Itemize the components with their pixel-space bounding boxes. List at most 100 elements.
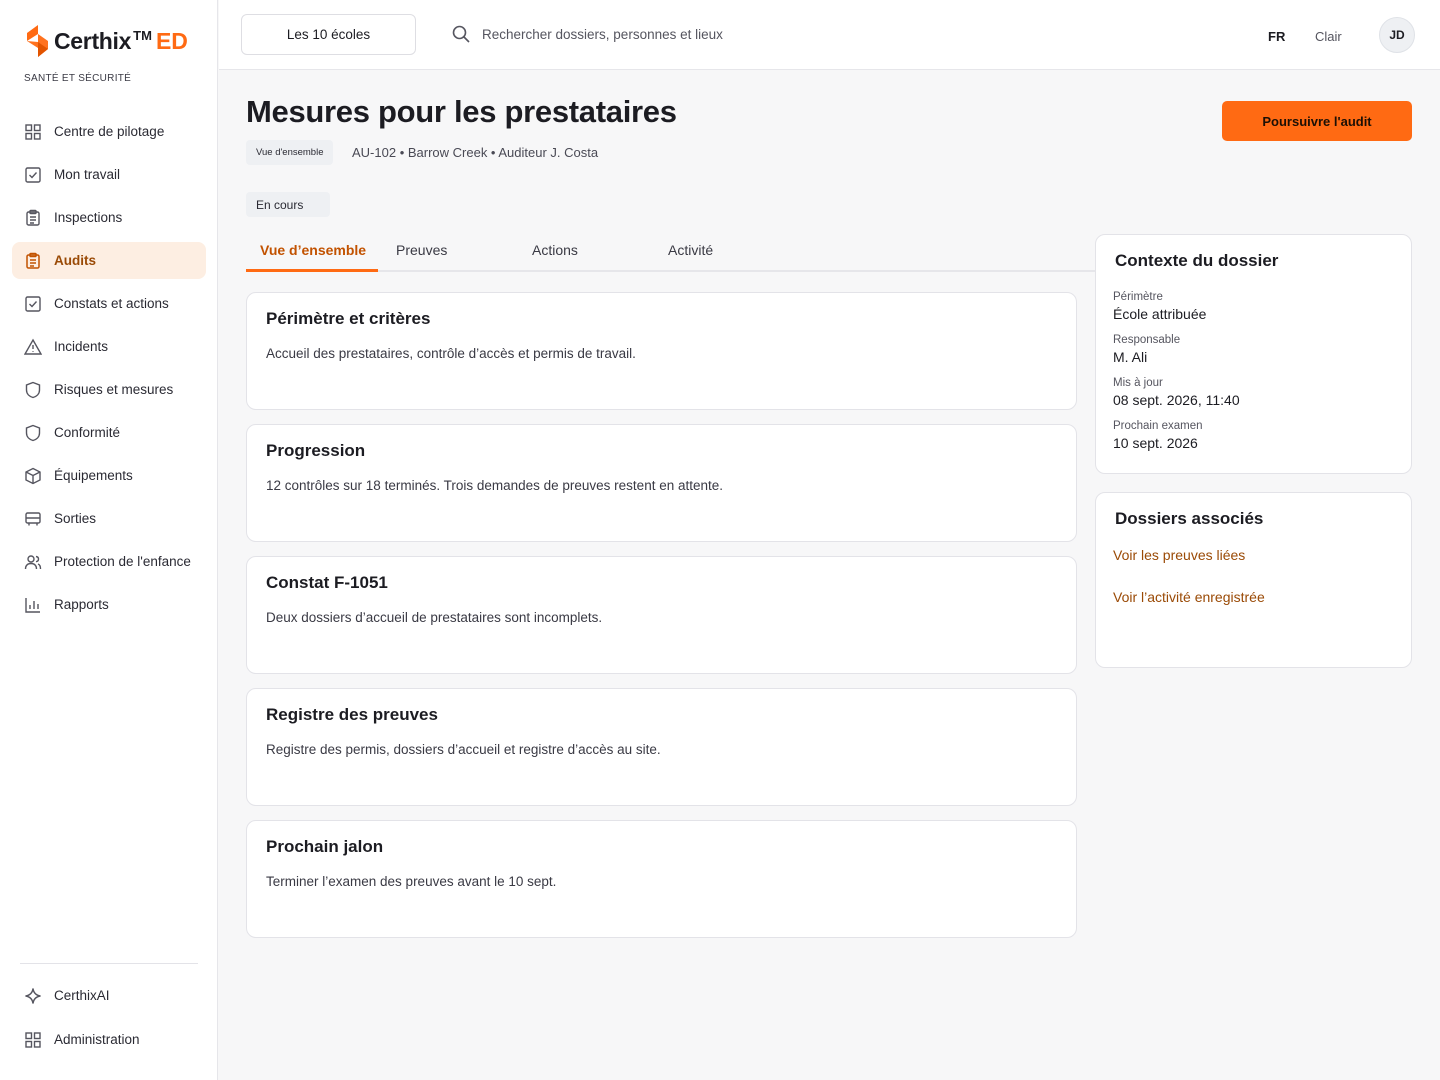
field-value: École attribuée xyxy=(1113,306,1207,322)
checkbox-icon xyxy=(25,295,41,312)
tab-overview[interactable]: Vue d’ensemble xyxy=(260,242,366,258)
sidebar-item-constats-et-actions[interactable]: Constats et actions xyxy=(12,285,206,322)
grid-icon xyxy=(25,123,41,140)
sidebar-item-inspections[interactable]: Inspections xyxy=(12,199,206,236)
context-panel: Contexte du dossier Périmètre École attr… xyxy=(1095,234,1412,474)
status-badge: En cours xyxy=(246,192,330,217)
field-next-review: Prochain examen 10 sept. 2026 xyxy=(1113,420,1203,451)
clipboard-icon xyxy=(26,252,40,269)
sidebar-item-label: Audits xyxy=(54,253,96,268)
sidebar-item-label: Équipements xyxy=(54,468,133,483)
card-scope: Périmètre et critères Accueil des presta… xyxy=(246,292,1077,410)
sidebar-item-mon-travail[interactable]: Mon travail xyxy=(12,156,206,193)
sidebar-item-administration[interactable]: Administration xyxy=(12,1021,206,1058)
sparkle-icon xyxy=(25,987,41,1004)
sidebar-item-label: Sorties xyxy=(54,511,97,526)
card-body: Deux dossiers d’accueil de prestataires … xyxy=(266,610,603,625)
top-bar: Les 10 écoles FR Clair JD xyxy=(219,0,1440,70)
page-title: Mesures pour les prestataires xyxy=(246,94,677,129)
related-panel: Dossiers associés Voir les preuves liées… xyxy=(1095,492,1412,668)
sidebar-item-protection-enfance[interactable]: Protection de l'enfance xyxy=(12,543,206,580)
sidebar-item-label: Incidents xyxy=(54,339,109,354)
tab-bar: Vue d’ensemble Preuves Actions Activité xyxy=(246,232,1096,272)
sidebar-item-label: Mon travail xyxy=(54,167,121,182)
sidebar-item-label: CerthixAI xyxy=(54,988,110,1003)
sidebar-item-label: Rapports xyxy=(54,597,109,612)
card-title: Constat F-1051 xyxy=(266,573,388,592)
card-evidence-register: Registre des preuves Registre des permis… xyxy=(246,688,1077,806)
card-body: Registre des permis, dossiers d’accueil … xyxy=(266,742,661,757)
sidebar-item-incidents[interactable]: Incidents xyxy=(12,328,206,365)
tab-actions[interactable]: Actions xyxy=(532,242,578,258)
continue-audit-button[interactable]: Poursuivre l'audit xyxy=(1222,101,1412,141)
sidebar-item-label: Conformité xyxy=(54,425,121,440)
sidebar-item-centre-de-pilotage[interactable]: Centre de pilotage xyxy=(12,113,206,150)
sidebar-item-label: Inspections xyxy=(54,210,123,225)
main-nav: Centre de pilotage Mon travail Inspectio… xyxy=(12,113,206,629)
bar-chart-icon xyxy=(25,597,40,613)
theme-toggle[interactable]: Clair xyxy=(1315,29,1342,44)
school-selector[interactable]: Les 10 écoles xyxy=(241,14,416,55)
link-linked-evidence[interactable]: Voir les preuves liées xyxy=(1113,547,1245,563)
sidebar-item-equipements[interactable]: Équipements xyxy=(12,457,206,494)
tab-evidence[interactable]: Preuves xyxy=(396,242,447,258)
card-title: Périmètre et critères xyxy=(266,309,431,328)
sidebar-item-certhixai[interactable]: CerthixAI xyxy=(12,977,206,1014)
search-bar xyxy=(451,24,842,44)
people-icon xyxy=(24,554,42,569)
sidebar-item-rapports[interactable]: Rapports xyxy=(12,586,206,623)
field-value: 10 sept. 2026 xyxy=(1113,435,1198,451)
sidebar-item-audits[interactable]: Audits xyxy=(12,242,206,279)
checkbox-icon xyxy=(25,166,41,183)
field-value: 08 sept. 2026, 11:40 xyxy=(1113,392,1240,408)
sidebar-item-label: Risques et mesures xyxy=(54,382,174,397)
field-label: Périmètre xyxy=(1113,291,1163,303)
card-next-milestone: Prochain jalon Terminer l’examen des pre… xyxy=(246,820,1077,938)
warning-icon xyxy=(24,338,42,355)
avatar[interactable]: JD xyxy=(1379,17,1415,53)
panel-title: Dossiers associés xyxy=(1115,509,1264,528)
field-label: Prochain examen xyxy=(1113,420,1203,432)
field-value: M. Ali xyxy=(1113,349,1148,365)
language-toggle[interactable]: FR xyxy=(1268,29,1285,44)
bus-icon xyxy=(25,511,41,525)
field-label: Responsable xyxy=(1113,334,1181,346)
tab-activity[interactable]: Activité xyxy=(668,242,713,258)
sidebar-item-risques-et-mesures[interactable]: Risques et mesures xyxy=(12,371,206,408)
active-tab-indicator xyxy=(246,269,378,272)
sidebar-item-sorties[interactable]: Sorties xyxy=(12,500,206,537)
card-title: Registre des preuves xyxy=(266,705,438,724)
sidebar-item-conformite[interactable]: Conformité xyxy=(12,414,206,451)
card-title: Prochain jalon xyxy=(266,837,384,856)
panel-title: Contexte du dossier xyxy=(1115,251,1279,270)
card-title: Progression xyxy=(266,441,366,460)
link-recorded-activity[interactable]: Voir l’activité enregistrée xyxy=(1113,589,1265,605)
sidebar-item-label: Centre de pilotage xyxy=(54,124,165,139)
field-owner: Responsable M. Ali xyxy=(1113,334,1180,365)
sidebar-item-label: Administration xyxy=(54,1032,140,1047)
brand-trademark: TM xyxy=(133,27,152,43)
sidebar-item-label: Constats et actions xyxy=(54,296,169,311)
field-scope: Périmètre École attribuée xyxy=(1113,291,1206,322)
brand-tagline: SANTÉ ET SÉCURITÉ xyxy=(24,73,132,84)
clipboard-icon xyxy=(26,209,40,226)
breadcrumb[interactable]: Vue d'ensemble xyxy=(246,140,334,165)
field-updated: Mis à jour 08 sept. 2026, 11:40 xyxy=(1113,377,1240,408)
card-body: 12 contrôles sur 18 terminés. Trois dema… xyxy=(266,478,724,493)
box-icon xyxy=(25,467,41,484)
brand-logo[interactable]: Certhix TM ED xyxy=(24,24,188,58)
audit-meta: AU-102 • Barrow Creek • Auditeur J. Cost… xyxy=(352,145,599,160)
search-input[interactable] xyxy=(482,26,842,42)
card-body: Accueil des prestataires, contrôle d’acc… xyxy=(266,346,636,361)
grid-icon xyxy=(25,1031,41,1048)
brand-suffix: ED xyxy=(155,27,188,54)
certhix-logo-icon xyxy=(27,25,48,57)
card-finding: Constat F-1051 Deux dossiers d’accueil d… xyxy=(246,556,1077,674)
secondary-nav: CerthixAI Administration xyxy=(12,977,206,1065)
sidebar: Certhix TM ED SANTÉ ET SÉCURITÉ Centre d… xyxy=(0,0,218,1080)
search-icon xyxy=(452,25,470,43)
card-body: Terminer l’examen des preuves avant le 1… xyxy=(266,874,557,889)
shield-icon xyxy=(25,424,41,441)
sidebar-divider xyxy=(20,963,198,964)
brand-name: Certhix xyxy=(54,27,132,54)
